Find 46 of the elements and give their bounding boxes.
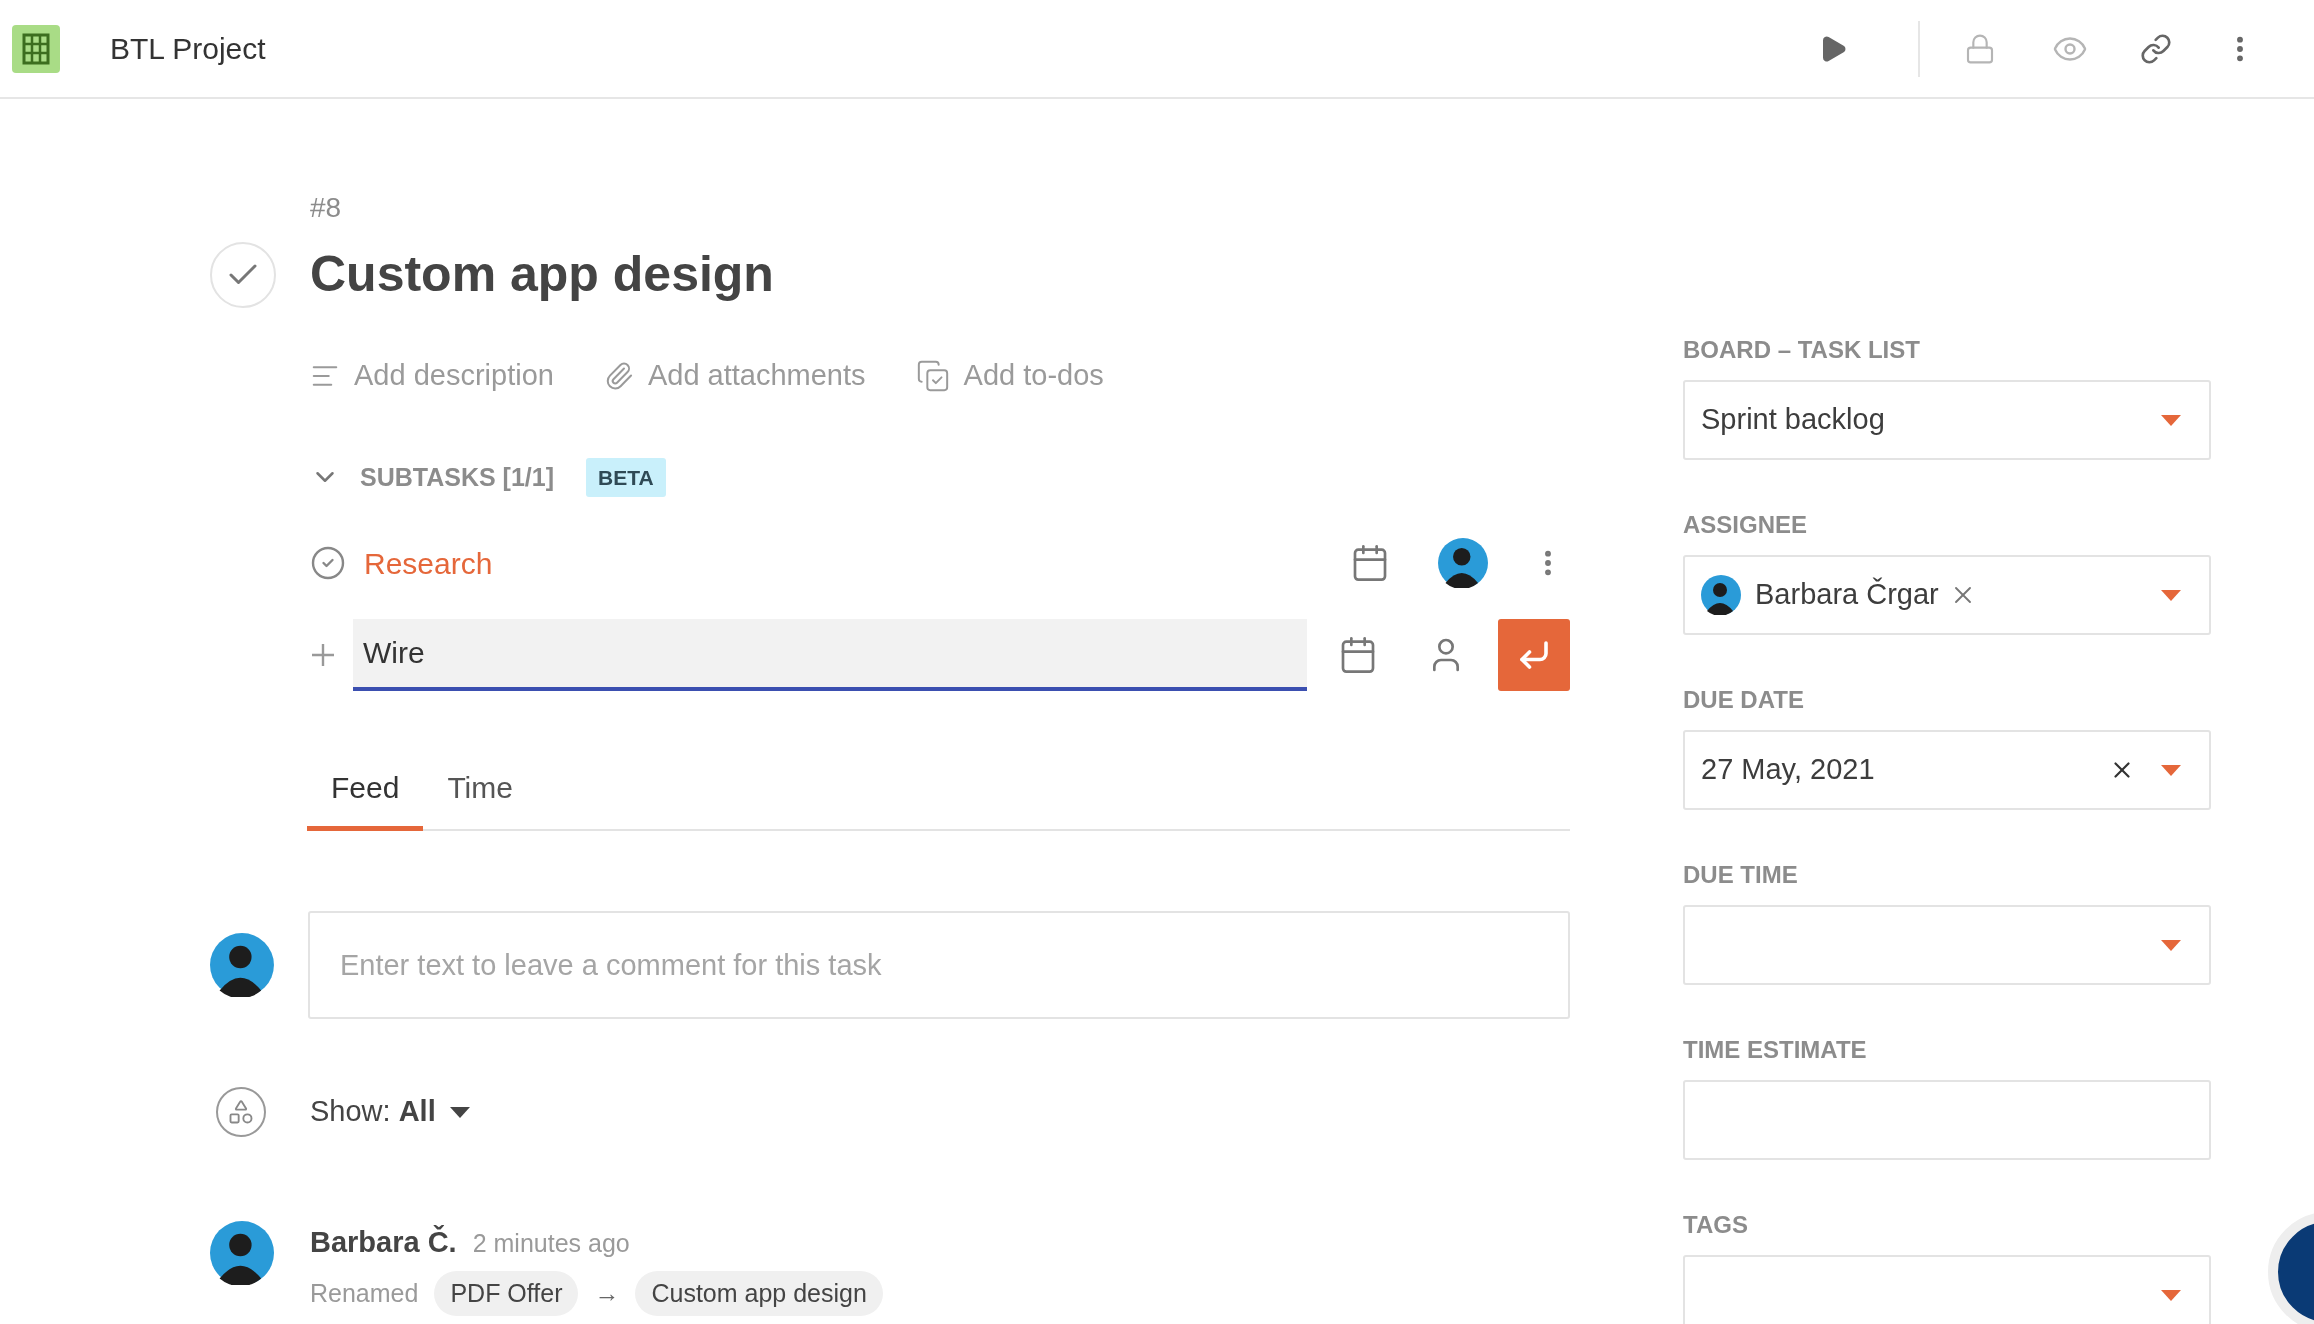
select-value: Sprint backlog [1701, 402, 1885, 438]
dropdown-caret-icon [2161, 1289, 2181, 1301]
comment-input[interactable]: Enter text to leave a comment for this task [307, 911, 1570, 1019]
project-title: BTL Project [110, 31, 266, 67]
caret-down-icon [449, 1106, 470, 1118]
dropdown-caret-icon [2161, 764, 2181, 776]
timestamp: 2 minutes ago [472, 1228, 630, 1259]
select-value: 27 May, 2021 [1701, 752, 1875, 788]
avatar-icon [1438, 538, 1488, 588]
plus-icon [310, 642, 336, 668]
task-title: Custom app design [310, 245, 774, 304]
field-label: TAGS [1683, 1210, 1749, 1240]
field-label: BOARD – TASK LIST [1683, 335, 1921, 365]
dropdown-select[interactable]: Sprint backlog [1683, 380, 2211, 460]
avatar-icon [210, 933, 274, 997]
avatar-icon [210, 1221, 274, 1285]
subtasks-heading: SUBTASKS [1/1] [360, 461, 554, 493]
completed-check-icon[interactable] [310, 545, 346, 581]
old-name-chip: PDF Offer [434, 1270, 579, 1316]
tab[interactable]: Feed [307, 765, 424, 831]
assignee-select[interactable]: Barbara Črgar [1683, 555, 2211, 635]
field-label: TIME ESTIMATE [1683, 1035, 1868, 1065]
arrow-text: → [594, 1277, 620, 1309]
field-label: ASSIGNEE [1683, 510, 1809, 540]
activity-action: Renamed [310, 1277, 419, 1309]
avatar-icon [1701, 575, 1741, 615]
assignee-name: Barbara Črgar [1755, 576, 1939, 613]
dropdown-caret-icon [2161, 589, 2181, 601]
submit-button[interactable] [1498, 619, 1570, 691]
app-logo-icon[interactable] [12, 24, 60, 73]
author-name: Barbara Č. [310, 1224, 457, 1260]
dropdown-caret-icon [2161, 414, 2181, 426]
show-filter-dropdown[interactable]: Show: All [310, 1090, 470, 1134]
new-subtask-input[interactable]: Wire [353, 619, 1307, 691]
new-name-chip: Custom app design [635, 1270, 883, 1316]
task-number: #8 [310, 192, 342, 223]
dropdown-caret-icon [2161, 939, 2181, 951]
tab[interactable]: Time [423, 765, 537, 831]
input-field[interactable] [1683, 1080, 2211, 1160]
field-label: DUE DATE [1683, 685, 1805, 715]
shapes-icon [227, 1098, 255, 1126]
field-label: DUE TIME [1683, 860, 1799, 890]
beta-badge: BETA [586, 457, 666, 497]
checklist-icon [915, 358, 950, 393]
link-icon[interactable] [2140, 32, 2172, 65]
dropdown-select[interactable]: 27 May, 2021 [1683, 730, 2211, 810]
